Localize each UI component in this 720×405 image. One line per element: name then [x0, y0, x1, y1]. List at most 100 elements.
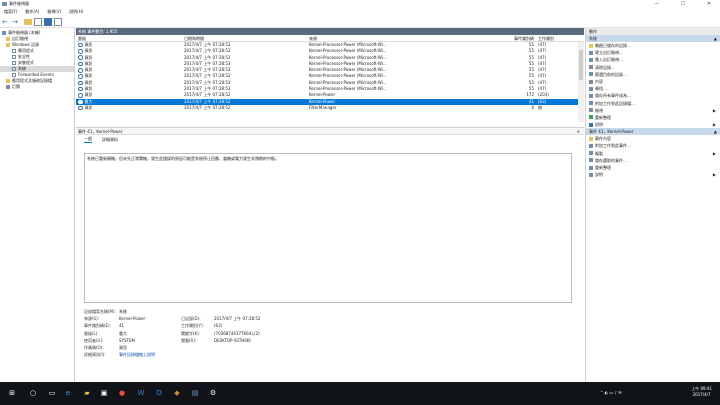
- action-item[interactable]: 事件內容: [586, 135, 720, 142]
- prop-label: 記錄檔案名稱(M):: [84, 309, 116, 314]
- col-source[interactable]: 來源: [307, 35, 457, 41]
- action-item[interactable]: 重新整理: [586, 164, 720, 171]
- column-headers: 層級 日期和時間 來源 事件識別碼 工作類別: [76, 35, 584, 42]
- online-help-link[interactable]: 事件記錄檔線上說明: [119, 351, 239, 358]
- task-view-icon[interactable]: ▭: [46, 387, 58, 399]
- list-scrollbar[interactable]: [578, 42, 584, 122]
- action-item[interactable]: 篩選目前的記錄...: [586, 71, 720, 78]
- log-icon: [12, 49, 16, 53]
- col-task[interactable]: 工作類別: [536, 35, 576, 41]
- action-icon: [589, 144, 593, 149]
- action-item[interactable]: 儲存所有事件成為...: [586, 92, 720, 99]
- search-icon[interactable]: ○: [27, 387, 39, 399]
- action-label: 說明: [595, 122, 603, 128]
- close-button[interactable]: ✕: [700, 0, 718, 8]
- explorer-icon[interactable]: ▰: [81, 387, 93, 399]
- help-icon[interactable]: [44, 17, 52, 26]
- app-icon[interactable]: ◆: [171, 387, 183, 399]
- prop-value: (63): [214, 323, 223, 329]
- collapse-icon: ▲: [713, 36, 717, 41]
- event-viewer-icon[interactable]: ▤: [189, 387, 201, 399]
- tab-details[interactable]: 詳細資料: [102, 137, 118, 143]
- action-label: 儲存所有事件成為...: [595, 93, 631, 99]
- action-item[interactable]: 尋找...: [586, 85, 720, 92]
- col-datetime[interactable]: 日期和時間: [182, 35, 307, 41]
- forward-icon[interactable]: →: [12, 18, 20, 26]
- col-event-id[interactable]: 事件識別碼: [457, 35, 536, 41]
- menu-file[interactable]: 檔案(F): [4, 8, 17, 16]
- action-item[interactable]: 建立自訂檢視...: [586, 49, 720, 56]
- prop-label: 事件識別碼(E):: [84, 323, 111, 329]
- outlook-icon[interactable]: O: [153, 387, 165, 399]
- action-item[interactable]: 說明 ▶: [586, 171, 720, 178]
- info-icon: [78, 42, 83, 48]
- action-item[interactable]: 檢視 ▶: [586, 107, 720, 114]
- log-icon: [12, 73, 16, 77]
- store-icon[interactable]: ▣: [98, 387, 110, 399]
- chrome-icon[interactable]: ●: [116, 387, 128, 399]
- submenu-arrow-icon: ▶: [712, 107, 716, 113]
- prop-value: 資訊: [119, 344, 127, 350]
- prop-value: Kernel-Power: [119, 316, 146, 322]
- action-item[interactable]: 說明 ▶: [586, 121, 720, 128]
- maximize-button[interactable]: ☐: [674, 0, 692, 8]
- action-item[interactable]: 複製 ▶: [586, 150, 720, 157]
- action-label: 說明: [595, 172, 603, 178]
- prop-label: 工作類別(Y):: [181, 323, 204, 329]
- action-item[interactable]: 附加工作到此事件...: [586, 142, 720, 149]
- menu-view[interactable]: 檢視(V): [47, 8, 61, 16]
- action-label: 事件內容: [595, 136, 611, 142]
- menu-action[interactable]: 動作(A): [25, 8, 39, 16]
- action-item[interactable]: 匯入自訂檢視...: [586, 56, 720, 63]
- prop-value: 41: [119, 323, 125, 329]
- back-icon[interactable]: ←: [2, 18, 10, 26]
- action-icon: [589, 79, 593, 84]
- scroll-thumb[interactable]: [579, 50, 583, 80]
- prop-value: SYSTEM: [119, 337, 135, 343]
- edge-icon[interactable]: e: [62, 387, 74, 399]
- action-item[interactable]: 重新整理: [586, 114, 720, 121]
- actions-section-system[interactable]: 系統 ▲: [586, 35, 720, 42]
- menu-bar: 檔案(F) 動作(A) 檢視(V) 說明(H): [0, 8, 720, 16]
- detail-close-button[interactable]: ✕: [577, 128, 580, 135]
- action-item[interactable]: 儲存選取的事件...: [586, 157, 720, 164]
- title-bar: 事件檢視器 — ☐ ✕: [0, 0, 720, 8]
- table-row[interactable]: 資訊 2017/4/7 上午 07:28:52 FilterManager 6 無: [76, 105, 584, 111]
- col-level[interactable]: 層級: [76, 35, 182, 41]
- action-item[interactable]: 內容: [586, 78, 720, 85]
- prop-value: 重大: [119, 330, 127, 336]
- action-label: 建立自訂檢視...: [595, 50, 623, 56]
- action-label: 附加工作到此記錄檔...: [595, 100, 635, 106]
- actions-section-event[interactable]: 事件 41，Kernel-Power ▲: [586, 128, 720, 136]
- event-detail-pane: 事件 41，Kernel-Power ✕ 一般 詳細資料 系統已重新開機，但未先…: [76, 127, 584, 382]
- prop-label: 已記錄(D):: [181, 316, 201, 322]
- prop-value: 系統: [119, 309, 127, 314]
- action-item[interactable]: 清除記錄...: [586, 64, 720, 71]
- menu-help[interactable]: 說明(H): [69, 8, 83, 16]
- actions-list-system: 開啟已儲存的記錄... 建立自訂檢視... 匯入自訂檢視... 清除記錄... 篩選目前…: [586, 42, 720, 128]
- minimize-button[interactable]: —: [648, 0, 666, 8]
- action-pane-icon[interactable]: [54, 17, 62, 26]
- window-title: 事件檢視器: [9, 1, 29, 6]
- tree-subscriptions[interactable]: 訂閱: [0, 84, 74, 90]
- word-icon[interactable]: W: [135, 387, 147, 399]
- clock[interactable]: 上午 09:41 2017/4/7: [691, 386, 712, 398]
- tray-icons[interactable]: ⌃ ◐ ▭ ♪ ✉: [600, 390, 622, 395]
- prop-label: 層級(L):: [84, 330, 99, 336]
- action-item[interactable]: 附加工作到此記錄檔...: [586, 100, 720, 107]
- info-icon: [78, 93, 83, 98]
- folder-icon: [6, 43, 10, 47]
- action-label: 儲存選取的事件...: [595, 157, 627, 163]
- tab-general[interactable]: 一般: [84, 136, 92, 143]
- folder-icon[interactable]: [24, 18, 32, 25]
- action-label: 檢視: [595, 107, 603, 113]
- list-header: 系統 事件數目: 1,955: [76, 28, 584, 35]
- action-item[interactable]: 開啟已儲存的記錄...: [586, 42, 720, 49]
- action-label: 篩選目前的記錄...: [595, 71, 627, 77]
- action-label: 複製: [595, 150, 603, 156]
- settings-icon[interactable]: ⚙: [207, 387, 219, 399]
- info-icon: [78, 74, 83, 79]
- log-icon: [12, 61, 16, 65]
- console-tree-icon[interactable]: [34, 17, 42, 26]
- start-icon[interactable]: ⊞: [6, 387, 18, 399]
